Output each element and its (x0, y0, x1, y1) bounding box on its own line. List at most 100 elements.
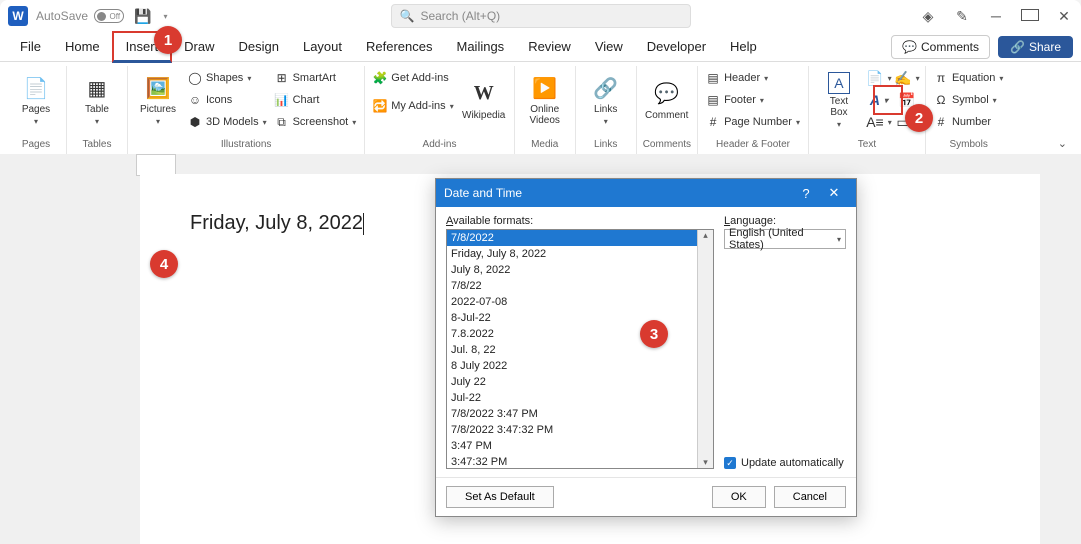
qat-more[interactable]: ▾ (163, 12, 167, 21)
chart-icon: 📊 (275, 93, 289, 107)
listbox-scrollbar[interactable]: ▴▾ (697, 230, 713, 468)
format-option[interactable]: 7/8/22 (447, 278, 713, 294)
icons-icon: ☺ (188, 93, 202, 107)
tab-home[interactable]: Home (53, 33, 112, 60)
wordart-button[interactable]: A▾ (867, 90, 891, 110)
pen-icon[interactable]: ✎ (953, 8, 971, 25)
number-button[interactable]: #Number (932, 112, 1005, 132)
format-option[interactable]: 7/8/2022 (447, 230, 713, 246)
pages-button[interactable]: 📄 Pages▾ (12, 68, 60, 132)
tab-design[interactable]: Design (227, 33, 291, 60)
autosave-toggle[interactable]: Off (94, 9, 124, 23)
format-option[interactable]: 7/8/2022 3:47 PM (447, 406, 713, 422)
group-tables: ▦ Table▾ Tables (67, 66, 128, 154)
shapes-icon: ◯ (188, 71, 202, 85)
group-pages: 📄 Pages▾ Pages (6, 66, 67, 154)
comment-icon: 💬 (653, 80, 681, 108)
cancel-button[interactable]: Cancel (774, 486, 846, 508)
format-option[interactable]: 8-Jul-22 (447, 310, 713, 326)
pictures-button[interactable]: 🖼️ Pictures▾ (134, 68, 182, 132)
language-combo[interactable]: English (United States)▾ (724, 229, 846, 249)
wikipedia-button[interactable]: W Wikipedia (460, 68, 508, 132)
tab-developer[interactable]: Developer (635, 33, 718, 60)
smartart-button[interactable]: ⊞SmartArt (273, 68, 359, 88)
callout-3: 3 (640, 320, 668, 348)
screenshot-button[interactable]: ⧉Screenshot ▾ (273, 112, 359, 132)
format-option[interactable]: Friday, July 8, 2022 (447, 246, 713, 262)
online-videos-button[interactable]: ▶️ Online Videos (521, 68, 569, 132)
screenshot-icon: ⧉ (275, 115, 289, 129)
links-button[interactable]: 🔗 Links▾ (582, 68, 630, 132)
tab-references[interactable]: References (354, 33, 444, 60)
textbox-button[interactable]: A Text Box▾ (815, 68, 863, 132)
collapse-ribbon[interactable]: ⌄ (1054, 66, 1075, 154)
group-comments: 💬 Comment Comments (637, 66, 698, 154)
comments-button[interactable]: 💬 Comments (891, 35, 990, 59)
ruler (136, 154, 176, 176)
tab-file[interactable]: File (8, 33, 53, 60)
dialog-help-button[interactable]: ? (792, 186, 820, 201)
icons-button[interactable]: ☺Icons (186, 90, 269, 110)
signature-button[interactable]: ✍️▾ (895, 68, 919, 88)
comment-button[interactable]: 💬 Comment (643, 68, 691, 132)
header-button[interactable]: ▤Header ▾ (704, 68, 802, 88)
share-button[interactable]: 🔗 Share (998, 36, 1073, 58)
tab-help[interactable]: Help (718, 33, 769, 60)
3dmodels-button[interactable]: ⬢3D Models ▾ (186, 112, 269, 132)
format-option[interactable]: 7.8.2022 (447, 326, 713, 342)
search-input[interactable]: 🔍 Search (Alt+Q) (391, 4, 691, 28)
available-formats-label: Available formats: (446, 215, 714, 227)
format-option[interactable]: Jul-22 (447, 390, 713, 406)
pagenumber-button[interactable]: #Page Number ▾ (704, 112, 802, 132)
format-option[interactable]: 8 July 2022 (447, 358, 713, 374)
diamond-icon[interactable]: ◈ (919, 8, 937, 25)
format-option[interactable]: July 22 (447, 374, 713, 390)
symbol-button[interactable]: ΩSymbol ▾ (932, 90, 1005, 110)
document-text: Friday, July 8, 2022 (190, 212, 364, 235)
table-icon: ▦ (83, 74, 111, 102)
footer-button[interactable]: ▤Footer ▾ (704, 90, 802, 110)
close-button[interactable]: ✕ (1055, 8, 1073, 25)
dropcap-button[interactable]: A≡▾ (867, 112, 891, 132)
store-icon: 🧩 (373, 71, 387, 85)
dialog-close-button[interactable]: ✕ (820, 185, 848, 201)
footer-icon: ▤ (706, 93, 720, 107)
3d-icon: ⬢ (188, 115, 202, 129)
link-icon: 🔗 (592, 74, 620, 102)
number-icon: # (934, 115, 948, 129)
chart-button[interactable]: 📊Chart (273, 90, 359, 110)
maximize-button[interactable] (1021, 8, 1039, 24)
callout-1: 1 (154, 26, 182, 54)
group-media: ▶️ Online Videos Media (515, 66, 576, 154)
group-links: 🔗 Links▾ Links (576, 66, 637, 154)
minimize-button[interactable]: ─ (987, 8, 1005, 24)
format-option[interactable]: 3:47 PM (447, 438, 713, 454)
wikipedia-icon: W (470, 80, 498, 108)
format-option[interactable]: July 8, 2022 (447, 262, 713, 278)
formats-listbox[interactable]: 7/8/2022Friday, July 8, 2022July 8, 2022… (446, 229, 714, 469)
quickparts-button[interactable]: 📄▾ (867, 68, 891, 88)
tab-layout[interactable]: Layout (291, 33, 354, 60)
set-default-button[interactable]: Set As Default (446, 486, 554, 508)
addins-icon: 🔁 (373, 99, 387, 113)
tab-mailings[interactable]: Mailings (445, 33, 517, 60)
update-auto-checkbox[interactable]: ✓ Update automatically (724, 457, 846, 469)
dialog-title: Date and Time (444, 186, 522, 200)
format-option[interactable]: 2022-07-08 (447, 294, 713, 310)
my-addins-button[interactable]: 🔁My Add-ins ▾ (371, 96, 455, 116)
shapes-button[interactable]: ◯Shapes ▾ (186, 68, 269, 88)
ok-button[interactable]: OK (712, 486, 766, 508)
format-option[interactable]: 7/8/2022 3:47:32 PM (447, 422, 713, 438)
get-addins-button[interactable]: 🧩Get Add-ins (371, 68, 455, 88)
save-icon[interactable]: 💾 (134, 8, 151, 25)
group-symbols: πEquation ▾ ΩSymbol ▾ #Number Symbols (926, 66, 1011, 154)
tab-review[interactable]: Review (516, 33, 583, 60)
tab-view[interactable]: View (583, 33, 635, 60)
format-option[interactable]: Jul. 8, 22 (447, 342, 713, 358)
table-button[interactable]: ▦ Table▾ (73, 68, 121, 132)
dialog-titlebar[interactable]: Date and Time ? ✕ (436, 179, 856, 207)
pagenum-icon: # (706, 115, 720, 129)
search-icon: 🔍 (400, 9, 415, 23)
equation-button[interactable]: πEquation ▾ (932, 68, 1005, 88)
format-option[interactable]: 3:47:32 PM (447, 454, 713, 469)
